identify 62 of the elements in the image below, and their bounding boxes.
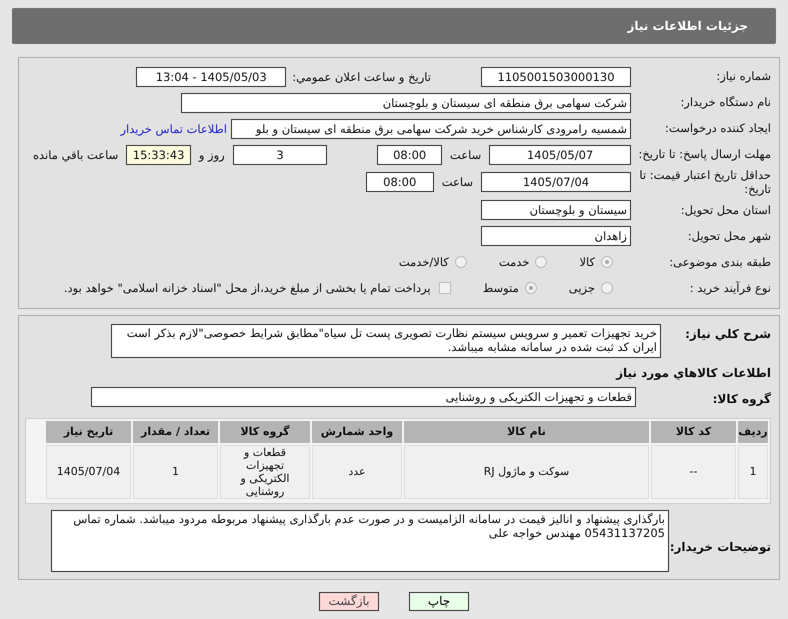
field-label: شرح کلي نیاز: xyxy=(684,326,771,341)
field-label: ایجاد کننده درخواست: xyxy=(664,121,771,136)
table-cell: -- xyxy=(651,444,736,499)
deadline-date-field: 1405/05/07 xyxy=(489,144,631,164)
column-header: واحد شمارش xyxy=(312,420,402,443)
table-cell: 1405/07/04 xyxy=(46,444,131,499)
days-field: 3 xyxy=(232,144,328,164)
field-label: مهلت ارسال پاسخ: تا تاریخ: xyxy=(637,147,771,162)
radio-label: کالا xyxy=(579,255,595,270)
remaining-label: ساعت باقي مانده xyxy=(32,148,118,162)
field-label: نام دستگاه خریدار: xyxy=(679,95,771,110)
province-field: سیستان و بلوچستان xyxy=(481,200,631,220)
radio-button[interactable] xyxy=(454,256,467,268)
radio-label: متوسط xyxy=(482,281,519,296)
table-cell: عدد xyxy=(312,444,402,499)
checkbox-label: پرداخت تمام یا بخشی از مبلغ خرید،از محل "اسناد خزانه اسلامی" خواهد بود. xyxy=(64,281,431,296)
creator-field: شمسیه رامرودی کارشناس خرید شرکت سهامی برق منطقه ای سیستان و بلو xyxy=(231,118,631,138)
table-cell: سوکت و ماژول RJ xyxy=(404,444,649,499)
buyer-notes-field: بارگذاری پیشنهاد و انالیز قیمت در سامانه الزامیست و در صورت عدم بارگذاری پیشنهاد مربوطه مردود میباشد. شماره تماس 05431137205 مهندس خواجه علی xyxy=(51,510,669,572)
checkbox[interactable] xyxy=(438,282,451,294)
remaining-time-field: 15:33:43 xyxy=(126,144,191,164)
column-header: تاریخ نیاز xyxy=(46,420,131,443)
column-header: تعداد / مقدار xyxy=(133,420,218,443)
validity-time-field: 08:00 xyxy=(366,172,434,192)
need-number-field: 1105001503000130 xyxy=(481,66,631,86)
city-field: زاهدان xyxy=(481,226,631,246)
days-label: روز و xyxy=(198,148,225,162)
column-header: گروه کالا xyxy=(220,420,310,443)
section-title: اطلاعات کالاهاي مورد نیاز xyxy=(616,364,771,380)
field-label: طبقه بندی موضوعی: xyxy=(668,255,771,270)
buyer-contact-link[interactable]: اطلاعات تماس خریدار xyxy=(120,122,227,136)
column-header: نام کالا xyxy=(404,420,649,443)
radio-button[interactable] xyxy=(535,256,548,268)
field-label: استان محل تحویل: xyxy=(680,203,771,218)
time-label: ساعت xyxy=(442,175,473,190)
table-cell: 1 xyxy=(133,444,218,499)
radio-label: جزیی xyxy=(568,281,595,296)
goods-group-field: قطعات و تجهیزات الکتریکی و روشنایی xyxy=(91,387,636,408)
radio-label: کالا/خدمت xyxy=(398,255,449,270)
radio-button[interactable] xyxy=(601,256,613,268)
column-header: کد کالا xyxy=(651,420,736,443)
deadline-time-field: 08:00 xyxy=(377,144,442,164)
table-cell: قطعات و تجهیزات الکتریکی و روشنایی xyxy=(220,444,310,499)
field-label: شهر محل تحویل: xyxy=(686,229,771,244)
column-header: ردیف xyxy=(738,420,768,443)
announce-date-field: 1405/05/03 - 13:04 xyxy=(136,66,286,86)
validity-date-field: 1405/07/04 xyxy=(481,172,631,192)
header-title: جزئیات اطلاعات نیاز xyxy=(627,19,748,33)
table-cell: 1 xyxy=(738,444,768,499)
back-button[interactable]: بازگشت xyxy=(319,592,379,611)
field-label: گروه کالا: xyxy=(712,390,771,406)
field-label: تاريخ و ساعت اعلان عمومي: xyxy=(292,70,431,84)
buyer-org-field: شرکت سهامی برق منطقه ای سیستان و بلوچستان xyxy=(181,92,631,112)
field-label: نوع فرآیند خرید : xyxy=(688,281,771,296)
field-label: شماره نیاز: xyxy=(715,69,771,84)
radio-button[interactable] xyxy=(601,282,613,294)
radio-label: خدمت xyxy=(498,255,530,270)
description-field: خرید تجهیزات تعمیر و سرویس سیستم نظارت تصویری پست تل سیاه"مطابق شرایط خصوصی"لازم بذکر است ایران کد ثبت شده در سامانه مشابه میباشد. xyxy=(111,324,661,358)
radio-button[interactable] xyxy=(524,282,537,294)
print-button[interactable]: چاپ xyxy=(409,592,469,611)
time-label: ساعت xyxy=(450,148,482,162)
field-label: حداقل تاریخ اعتبار قیمت: تا تاریخ: xyxy=(638,168,771,197)
